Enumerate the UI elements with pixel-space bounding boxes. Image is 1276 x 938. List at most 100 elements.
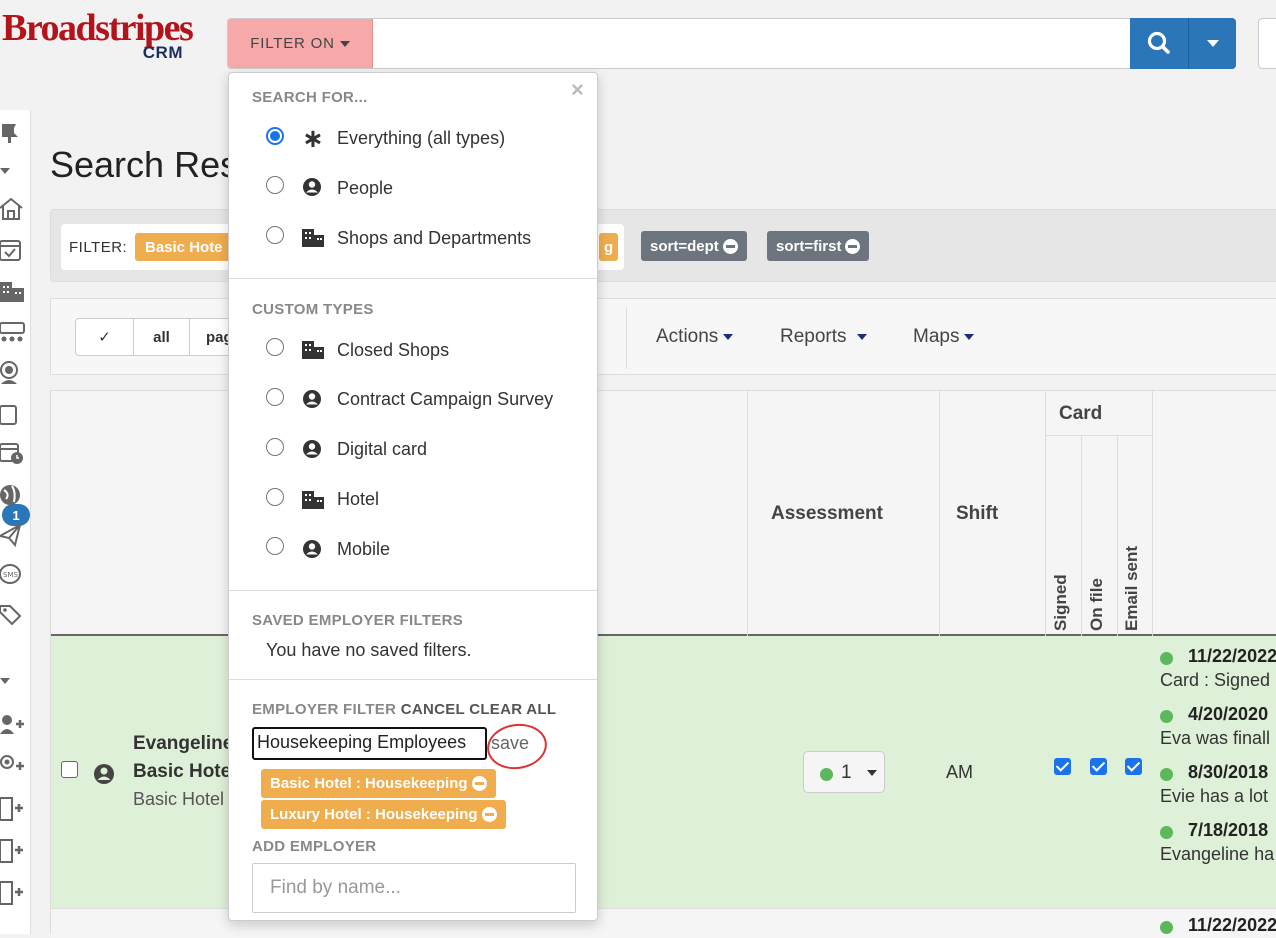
building-icon[interactable]	[0, 278, 26, 304]
user-headset-icon[interactable]	[0, 360, 26, 386]
sort-chip-first[interactable]: sort=first	[767, 231, 870, 261]
activity-status-dot	[1160, 826, 1173, 839]
person-department: Basic Hotel	[133, 789, 225, 809]
column-header-on-file[interactable]: On file	[1087, 578, 1107, 631]
org-chart-icon[interactable]	[0, 319, 26, 345]
add-building-icon[interactable]	[0, 838, 26, 864]
tag-icon[interactable]	[0, 602, 26, 628]
radio-shops-departments[interactable]	[266, 226, 284, 244]
option-label[interactable]: Contract Campaign Survey	[337, 389, 553, 410]
email-sent-checkbox[interactable]	[1125, 758, 1142, 775]
add-employer-heading: ADD EMPLOYER	[252, 838, 377, 855]
remove-icon[interactable]	[845, 238, 861, 254]
find-employer-input[interactable]: Find by name...	[252, 863, 576, 913]
reports-menu-label: Reports	[780, 326, 847, 347]
activity-date[interactable]: 11/22/2022	[1188, 646, 1276, 667]
pin-icon[interactable]	[0, 118, 26, 144]
activity-status-dot	[1160, 768, 1173, 781]
employer-chip[interactable]: Luxury Hotel : Housekeeping	[261, 800, 506, 829]
employer-chip[interactable]: Basic Hotel : Housekeeping	[261, 769, 496, 798]
column-header-assessment[interactable]: Assessment	[771, 503, 883, 525]
person-employer[interactable]: Basic Hote	[133, 761, 231, 783]
filter-on-button[interactable]: FILTER ON	[228, 19, 373, 68]
activity-date[interactable]: 4/20/2020	[1188, 704, 1268, 725]
cancel-link[interactable]: CANCEL	[401, 701, 465, 718]
home-icon[interactable]	[0, 196, 26, 222]
select-button-group: ✓ all pag	[75, 318, 233, 356]
filter-chip-employer-2[interactable]: g	[599, 233, 619, 261]
filter-chip-label: g	[604, 238, 614, 256]
select-check-button[interactable]: ✓	[76, 319, 134, 355]
option-label[interactable]: Shops and Departments	[337, 228, 531, 249]
add-building-icon[interactable]	[0, 880, 26, 906]
section-divider	[229, 278, 597, 279]
actions-menu[interactable]: Actions	[656, 326, 734, 348]
radio-mobile[interactable]	[266, 537, 284, 555]
on-file-checkbox[interactable]	[1090, 758, 1107, 775]
broadstripes-logo[interactable]: Broadstripes CRM	[2, 8, 194, 68]
filter-dropdown-panel: × SEARCH FOR... ∗ Everything (all types)…	[228, 72, 598, 921]
person-name[interactable]: Evangeline	[133, 733, 233, 755]
caret-down-icon[interactable]	[0, 670, 26, 696]
caret-down-icon[interactable]	[0, 160, 26, 186]
sms-icon[interactable]: SMS	[0, 562, 26, 588]
select-page-button[interactable]: pag	[190, 319, 233, 355]
caret-down-icon	[867, 770, 877, 776]
row-select-checkbox[interactable]	[61, 761, 78, 778]
option-label[interactable]: Mobile	[337, 539, 390, 560]
remove-icon[interactable]	[722, 238, 738, 254]
add-building-icon[interactable]	[0, 796, 26, 822]
maps-menu[interactable]: Maps	[913, 326, 975, 348]
paper-plane-icon[interactable]	[0, 522, 26, 548]
signed-checkbox[interactable]	[1054, 758, 1071, 775]
remove-icon[interactable]	[481, 807, 497, 822]
svg-text:SMS: SMS	[3, 571, 18, 579]
radio-closed-shops[interactable]	[266, 338, 284, 356]
search-input[interactable]	[378, 19, 1123, 68]
column-header-shift[interactable]: Shift	[956, 503, 998, 525]
activity-status-dot	[1160, 921, 1173, 934]
calendar-check-icon[interactable]	[0, 237, 26, 263]
add-user-icon[interactable]	[0, 754, 26, 780]
sort-chip-dept[interactable]: sort=dept	[641, 231, 747, 261]
filter-name-input[interactable]: Housekeeping Employees	[252, 727, 487, 760]
option-label[interactable]: Everything (all types)	[337, 128, 505, 149]
remove-icon[interactable]	[471, 776, 487, 791]
search-icon	[1147, 31, 1170, 54]
clear-all-link[interactable]: CLEAR ALL	[469, 701, 556, 718]
actions-menu-label: Actions	[656, 326, 719, 347]
globe-icon[interactable]	[0, 482, 26, 508]
option-label[interactable]: Closed Shops	[337, 340, 449, 361]
radio-hotel[interactable]	[266, 488, 284, 506]
page-title: Search Res	[50, 144, 239, 185]
caret-down-icon	[1207, 40, 1219, 47]
saved-filters-heading: SAVED EMPLOYER FILTERS	[252, 612, 464, 629]
radio-people[interactable]	[266, 176, 284, 194]
radio-contract-campaign-survey[interactable]	[266, 388, 284, 406]
activity-date[interactable]: 7/18/2018	[1188, 820, 1268, 841]
header-right-control[interactable]	[1258, 18, 1276, 69]
activity-text: Eva was finall	[1160, 728, 1271, 748]
option-label[interactable]: Digital card	[337, 439, 427, 460]
radio-everything[interactable]	[266, 127, 284, 145]
clipboard-icon[interactable]	[0, 400, 26, 426]
caret-down-icon	[856, 333, 867, 340]
activity-date[interactable]: 8/30/2018	[1188, 762, 1268, 783]
radio-digital-card[interactable]	[266, 438, 284, 456]
assessment-dropdown[interactable]: 1	[803, 751, 885, 793]
column-header-signed[interactable]: Signed	[1051, 574, 1071, 631]
filter-chip-employer[interactable]: Basic Hote	[135, 233, 233, 261]
calendar-clock-icon[interactable]	[0, 440, 26, 466]
option-label[interactable]: People	[337, 178, 393, 199]
add-user-icon[interactable]	[0, 712, 26, 738]
shift-value: AM	[946, 762, 973, 782]
close-icon[interactable]: ×	[571, 77, 584, 103]
reports-menu[interactable]: Reports	[780, 326, 867, 348]
logo-subtext: CRM	[142, 43, 183, 62]
column-header-email-sent[interactable]: Email sent	[1122, 546, 1142, 631]
option-label[interactable]: Hotel	[337, 489, 379, 510]
select-all-button[interactable]: all	[134, 319, 190, 355]
search-button[interactable]	[1130, 18, 1188, 69]
activity-date[interactable]: 11/22/2022	[1188, 915, 1276, 936]
search-options-dropdown[interactable]	[1188, 18, 1236, 69]
